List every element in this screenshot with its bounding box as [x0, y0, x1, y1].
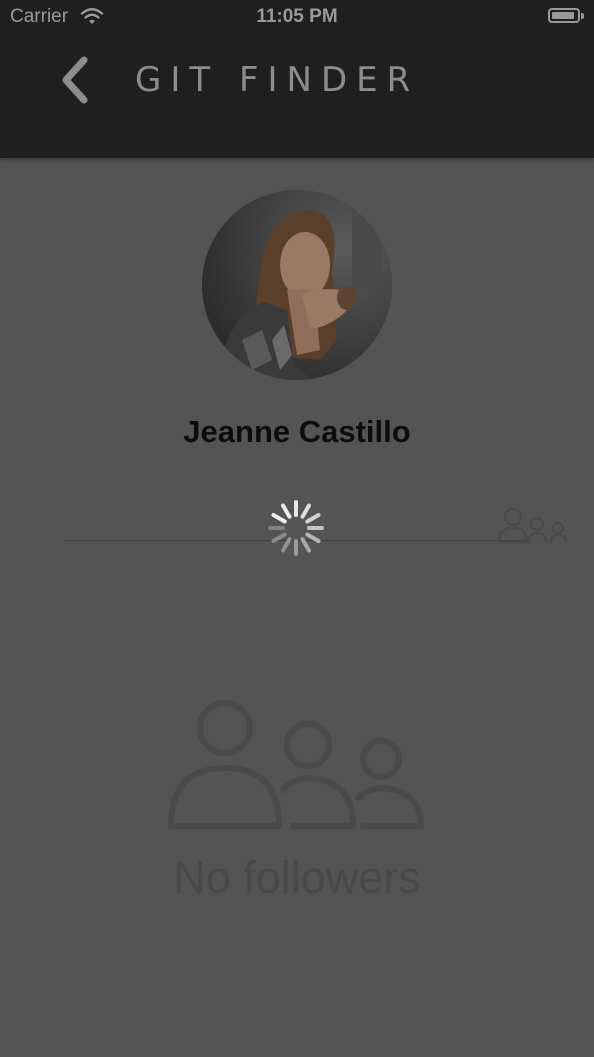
empty-followers-icon: [168, 700, 424, 829]
activity-spinner-icon: [268, 500, 324, 556]
status-bar: Carrier 11:05 PM: [0, 0, 594, 34]
status-time: 11:05 PM: [256, 6, 338, 27]
avatar[interactable]: [202, 190, 392, 380]
back-button[interactable]: [50, 52, 100, 112]
profile-name: Jeanne Castillo: [183, 414, 411, 449]
empty-state-message: No followers: [173, 852, 421, 903]
navigation-bar: GIT FINDER: [0, 34, 594, 158]
battery-tip: [581, 13, 584, 19]
battery-icon: [548, 8, 580, 23]
followers-tab[interactable]: [496, 506, 572, 546]
chevron-left-icon: [62, 56, 88, 104]
people-icon: [497, 508, 567, 543]
people-icon: [168, 700, 424, 829]
app-title: GIT FINDER: [135, 60, 420, 100]
